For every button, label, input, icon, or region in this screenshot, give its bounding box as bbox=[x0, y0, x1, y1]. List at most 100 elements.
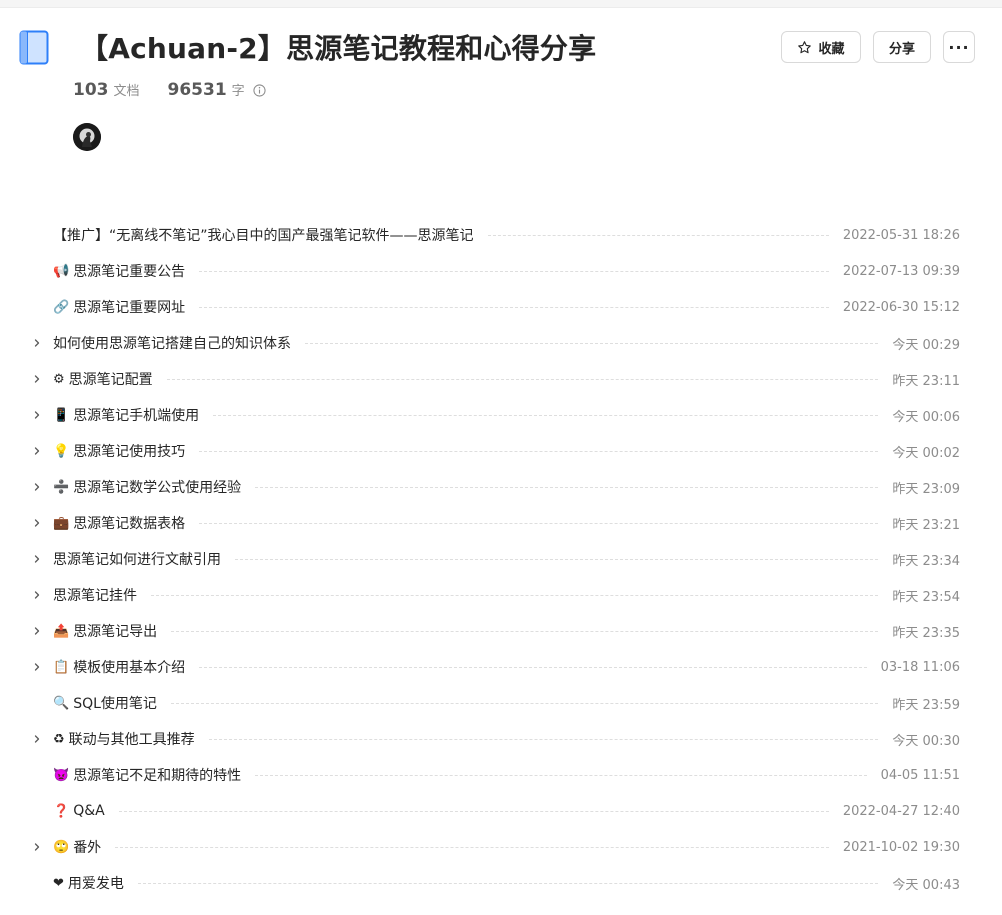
list-item[interactable]: 💼 思源笔记数据表格 昨天 23:21 bbox=[0, 505, 1002, 541]
list-item[interactable]: ➗ 思源笔记数学公式使用经验 昨天 23:09 bbox=[0, 469, 1002, 505]
list-item-label: 思源笔记挂件 bbox=[53, 588, 137, 604]
list-item-time: 昨天 23:35 bbox=[892, 625, 960, 641]
list-item-label: 思源笔记数学公式使用经验 bbox=[73, 480, 242, 496]
list-item[interactable]: ❓ Q&A 2022-04-27 12:40 bbox=[0, 793, 1002, 829]
doc-emoji-icon: 🔍 bbox=[53, 695, 70, 711]
list-item-time: 昨天 23:54 bbox=[892, 589, 960, 605]
chevron-right-icon[interactable] bbox=[30, 444, 44, 458]
list-item[interactable]: ⚙ 思源笔记配置 昨天 23:11 bbox=[0, 361, 1002, 397]
chevron-right-icon[interactable] bbox=[30, 516, 44, 530]
chevron-right-icon[interactable] bbox=[30, 840, 44, 854]
doc-emoji-icon: 👿 bbox=[53, 767, 70, 783]
leader-line bbox=[235, 558, 879, 560]
list-item-label: 思源笔记使用技巧 bbox=[73, 444, 186, 460]
list-item-title[interactable]: 思源笔记挂件 bbox=[53, 585, 137, 605]
leader-line bbox=[487, 234, 829, 236]
list-item[interactable]: 📤 思源笔记导出 昨天 23:35 bbox=[0, 613, 1002, 649]
list-item-label: 思源笔记重要网址 bbox=[73, 300, 186, 316]
list-item-title[interactable]: 🙄 番外 bbox=[53, 837, 101, 857]
chevron-right-icon[interactable] bbox=[30, 372, 44, 386]
doc-emoji-icon: 💼 bbox=[53, 515, 70, 531]
list-item[interactable]: 思源笔记挂件 昨天 23:54 bbox=[0, 577, 1002, 613]
list-item-time: 昨天 23:34 bbox=[892, 553, 960, 569]
leader-line bbox=[170, 702, 879, 704]
leader-line bbox=[199, 270, 829, 272]
list-item-time: 2022-04-27 12:40 bbox=[842, 803, 960, 819]
list-item-title[interactable]: 思源笔记如何进行文献引用 bbox=[53, 549, 221, 569]
list-item[interactable]: 【推广】“无离线不笔记”我心目中的国产最强笔记软件——思源笔记 2022-05-3… bbox=[0, 217, 1002, 253]
list-item[interactable]: 📢 思源笔记重要公告 2022-07-13 09:39 bbox=[0, 253, 1002, 289]
info-icon[interactable] bbox=[253, 84, 266, 97]
list-item-label: SQL使用笔记 bbox=[73, 696, 157, 712]
chevron-right-icon[interactable] bbox=[30, 732, 44, 746]
list-item-title[interactable]: ❓ Q&A bbox=[53, 803, 105, 819]
leader-line bbox=[255, 774, 867, 776]
list-item[interactable]: 🔗 思源笔记重要网址 2022-06-30 15:12 bbox=[0, 289, 1002, 325]
list-item-time: 今天 00:43 bbox=[892, 877, 960, 893]
chevron-right-icon[interactable] bbox=[30, 336, 44, 350]
leader-line bbox=[199, 666, 867, 668]
list-item[interactable]: ♻ 联动与其他工具推荐 今天 00:30 bbox=[0, 721, 1002, 757]
list-item-title[interactable]: 📱 思源笔记手机端使用 bbox=[53, 405, 199, 425]
favorite-label: 收藏 bbox=[818, 41, 845, 57]
list-item[interactable]: ❤ 用爱发电 今天 00:43 bbox=[0, 865, 1002, 901]
leader-line bbox=[199, 522, 879, 524]
list-item-title[interactable]: 如何使用思源笔记搭建自己的知识体系 bbox=[53, 333, 291, 353]
leader-line bbox=[137, 882, 879, 884]
more-button[interactable]: ··· bbox=[943, 31, 975, 63]
list-item-time: 昨天 23:09 bbox=[892, 481, 960, 497]
list-item-title[interactable]: 【推广】“无离线不笔记”我心目中的国产最强笔记软件——思源笔记 bbox=[53, 225, 474, 245]
list-item-time: 昨天 23:21 bbox=[892, 517, 960, 533]
list-item-title[interactable]: 📋 模板使用基本介绍 bbox=[53, 657, 185, 677]
list-item[interactable]: 思源笔记如何进行文献引用 昨天 23:34 bbox=[0, 541, 1002, 577]
list-item-title[interactable]: 📤 思源笔记导出 bbox=[53, 621, 157, 641]
chevron-right-icon[interactable] bbox=[30, 660, 44, 674]
list-item-title[interactable]: 🔗 思源笔记重要网址 bbox=[53, 297, 185, 317]
list-item-time: 04-05 11:51 bbox=[880, 767, 960, 783]
favorite-button[interactable]: 收藏 bbox=[781, 31, 861, 63]
leader-line bbox=[166, 378, 879, 380]
chevron-right-icon[interactable] bbox=[30, 624, 44, 638]
list-item-title[interactable]: 💼 思源笔记数据表格 bbox=[53, 513, 185, 533]
list-item-title[interactable]: ⚙ 思源笔记配置 bbox=[53, 369, 153, 389]
list-item[interactable]: 🙄 番外 2021-10-02 19:30 bbox=[0, 829, 1002, 865]
chevron-right-icon[interactable] bbox=[30, 588, 44, 602]
chevron-right-icon[interactable] bbox=[30, 408, 44, 422]
list-item-label: 【推广】“无离线不笔记”我心目中的国产最强笔记软件——思源笔记 bbox=[53, 228, 474, 244]
list-item[interactable]: 如何使用思源笔记搭建自己的知识体系 今天 00:29 bbox=[0, 325, 1002, 361]
doc-emoji-icon: 🙄 bbox=[53, 839, 70, 855]
word-count: 96531 bbox=[167, 80, 227, 100]
doc-emoji-icon: ❓ bbox=[53, 803, 70, 819]
doc-emoji-icon: ➗ bbox=[53, 479, 70, 495]
list-item[interactable]: 📱 思源笔记手机端使用 今天 00:06 bbox=[0, 397, 1002, 433]
avatar-image bbox=[73, 123, 101, 151]
leader-line bbox=[199, 306, 829, 308]
more-icon: ··· bbox=[948, 37, 970, 57]
chevron-right-icon[interactable] bbox=[30, 552, 44, 566]
share-button[interactable]: 分享 bbox=[873, 31, 931, 63]
doc-emoji-icon: ❤ bbox=[53, 875, 64, 891]
list-item-label: 联动与其他工具推荐 bbox=[68, 732, 195, 748]
list-item[interactable]: 💡 思源笔记使用技巧 今天 00:02 bbox=[0, 433, 1002, 469]
list-item-title[interactable]: 🔍 SQL使用笔记 bbox=[53, 693, 157, 713]
list-item-title[interactable]: ❤ 用爱发电 bbox=[53, 873, 124, 893]
list-item-time: 今天 00:30 bbox=[892, 733, 960, 749]
list-item[interactable]: 📋 模板使用基本介绍 03-18 11:06 bbox=[0, 649, 1002, 685]
list-item-label: 思源笔记重要公告 bbox=[73, 264, 186, 280]
list-item-label: 思源笔记数据表格 bbox=[73, 516, 186, 532]
list-item-title[interactable]: ➗ 思源笔记数学公式使用经验 bbox=[53, 477, 241, 497]
doc-emoji-icon: 🔗 bbox=[53, 299, 70, 315]
list-item-title[interactable]: 📢 思源笔记重要公告 bbox=[53, 261, 185, 281]
doc-stats: 103 文档 96531 字 bbox=[73, 80, 266, 100]
list-item-title[interactable]: ♻ 联动与其他工具推荐 bbox=[53, 729, 195, 749]
list-item-time: 2021-10-02 19:30 bbox=[842, 839, 960, 855]
doc-emoji-icon: 📢 bbox=[53, 263, 70, 279]
list-item[interactable]: 👿 思源笔记不足和期待的特性 04-05 11:51 bbox=[0, 757, 1002, 793]
doc-emoji-icon: 📋 bbox=[53, 659, 70, 675]
chevron-right-icon[interactable] bbox=[30, 480, 44, 494]
list-item-title[interactable]: 👿 思源笔记不足和期待的特性 bbox=[53, 765, 241, 785]
list-item-title[interactable]: 💡 思源笔记使用技巧 bbox=[53, 441, 185, 461]
avatar[interactable] bbox=[73, 123, 101, 151]
list-item-time: 昨天 23:59 bbox=[892, 697, 960, 713]
list-item[interactable]: 🔍 SQL使用笔记 昨天 23:59 bbox=[0, 685, 1002, 721]
